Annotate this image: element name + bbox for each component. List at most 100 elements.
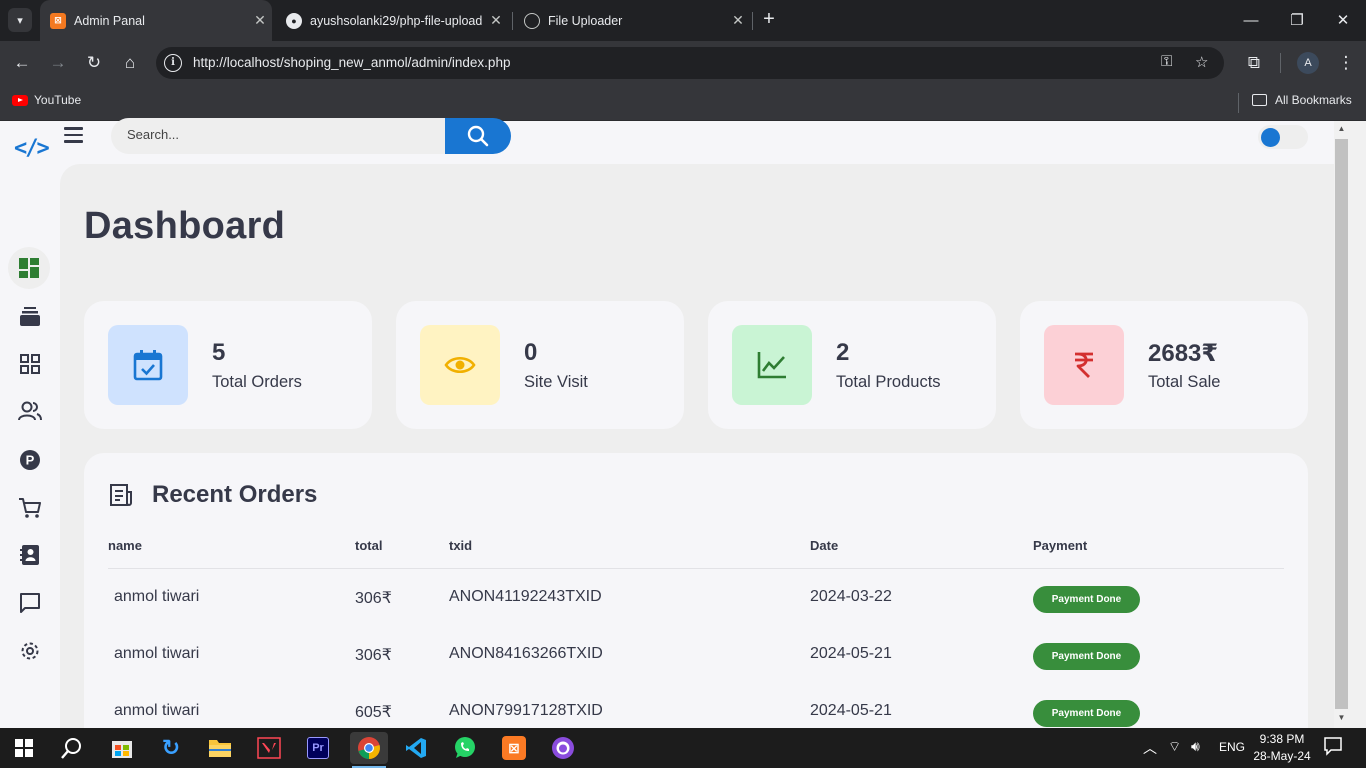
profile-avatar[interactable]: A	[1297, 52, 1319, 74]
clock-time[interactable]: 9:38 PM	[1253, 732, 1311, 746]
stat-card-sales[interactable]: 2683₹ Total Sale	[1020, 301, 1308, 429]
github-favicon-icon: ●	[286, 12, 302, 29]
stat-label: Total Orders	[212, 373, 302, 391]
clock-date[interactable]: 28-May-24	[1249, 749, 1315, 763]
bookmarks-divider	[1238, 93, 1239, 113]
search-button[interactable]	[445, 118, 511, 154]
scroll-up-icon[interactable]: ▲	[1335, 124, 1348, 136]
tab-close-icon[interactable]: ✕	[248, 12, 272, 29]
sidebar-item-orders[interactable]	[14, 492, 46, 524]
whatsapp-icon[interactable]	[449, 732, 481, 764]
volume-icon[interactable]: 🔊︎	[1191, 738, 1200, 755]
search-icon[interactable]	[56, 732, 88, 764]
store-icon[interactable]	[106, 732, 138, 764]
sync-icon[interactable]: ↻	[155, 732, 187, 764]
page-title: Dashboard	[84, 205, 286, 247]
theme-toggle[interactable]	[1258, 125, 1308, 149]
vscode-icon[interactable]	[400, 732, 432, 764]
receipt-icon	[110, 484, 132, 506]
file-explorer-icon[interactable]	[204, 732, 236, 764]
payment-status-badge: Payment Done	[1033, 643, 1140, 670]
new-tab-icon[interactable]: +	[758, 8, 780, 32]
scroll-thumb[interactable]	[1335, 139, 1348, 709]
bookmark-youtube[interactable]: YouTube	[12, 93, 81, 107]
stat-value: 0	[524, 339, 538, 366]
premiere-pro-icon[interactable]: Pr	[302, 732, 334, 764]
github-desktop-icon[interactable]	[547, 732, 579, 764]
sidebar-item-contacts[interactable]	[14, 539, 46, 571]
stat-card-visits[interactable]: 0 Site Visit	[396, 301, 684, 429]
browser-tab-strip: ▾ ⊠ Admin Panal ✕ ● ayushsolanki29/php-f…	[0, 0, 1366, 41]
tab-close-icon[interactable]: ✕	[484, 12, 508, 29]
cell-total: 605₹	[355, 704, 392, 721]
sidebar-item-inventory[interactable]	[14, 300, 46, 332]
rupee-icon	[1044, 325, 1124, 405]
stat-card-products[interactable]: 2 Total Products	[708, 301, 996, 429]
tray-chevron-up-icon[interactable]: ︿	[1143, 738, 1157, 758]
windows-taskbar: ↻ Pr ⊠ ︿ ⌔ 🔊︎ ENG 9:38 PM 28-May-24	[0, 728, 1366, 768]
tab-file-uploader[interactable]: File Uploader ✕	[514, 0, 750, 41]
url-text[interactable]: http://localhost/shoping_new_anmol/admin…	[193, 55, 510, 70]
back-icon[interactable]: ←	[8, 49, 36, 77]
wifi-icon[interactable]: ⌔	[1168, 738, 1181, 756]
scroll-down-icon[interactable]: ▼	[1335, 713, 1348, 725]
stat-value: 2683₹	[1148, 340, 1219, 367]
brand-logo[interactable]: </>	[14, 136, 50, 161]
all-bookmarks[interactable]: All Bookmarks	[1252, 93, 1352, 107]
tab-separator	[512, 12, 513, 30]
tab-title: Admin Panal	[74, 13, 145, 28]
stat-card-orders[interactable]: 5 Total Orders	[84, 301, 372, 429]
payment-status-badge: Payment Done	[1033, 586, 1140, 613]
page-scrollbar[interactable]: ▲ ▼	[1334, 121, 1366, 728]
search-input[interactable]	[127, 127, 427, 142]
windows-start-icon[interactable]	[8, 732, 40, 764]
globe-favicon-icon	[524, 12, 540, 29]
sidebar-item-categories[interactable]	[14, 348, 46, 380]
users-icon	[18, 401, 42, 421]
reload-icon[interactable]: ↻	[80, 49, 108, 77]
extensions-icon[interactable]: ⧉	[1240, 49, 1268, 77]
tab-github[interactable]: ● ayushsolanki29/php-file-upload ✕	[276, 0, 508, 41]
toggle-knob	[1261, 128, 1280, 147]
restore-icon[interactable]: ❐	[1274, 0, 1320, 40]
password-key-icon[interactable]: ⚿	[1161, 53, 1172, 70]
forward-icon[interactable]: →	[44, 49, 72, 77]
sidebar-item-products[interactable]: P	[14, 444, 46, 476]
bookmark-label: YouTube	[34, 93, 82, 107]
notifications-icon[interactable]	[1323, 736, 1343, 759]
chart-line-icon	[732, 325, 812, 405]
sidebar-item-messages[interactable]	[14, 587, 46, 619]
recent-orders-title: Recent Orders	[152, 481, 318, 508]
stat-label: Site Visit	[524, 373, 588, 391]
tab-close-icon[interactable]: ✕	[726, 12, 750, 29]
stat-label: Total Products	[836, 373, 941, 391]
minimize-icon[interactable]: —	[1228, 0, 1274, 40]
stack-icon	[20, 307, 40, 326]
valorant-icon[interactable]	[253, 732, 285, 764]
cell-date: 2024-05-21	[810, 702, 892, 719]
close-window-icon[interactable]: ✕	[1320, 0, 1366, 40]
col-header-payment: Payment	[1033, 538, 1088, 553]
tab-search-chevron-icon[interactable]: ▾	[8, 8, 32, 32]
xampp-icon[interactable]: ⊠	[498, 732, 530, 764]
sidebar-item-dashboard[interactable]	[8, 247, 50, 289]
p-circle-icon: P	[20, 450, 40, 470]
tab-admin-panal[interactable]: ⊠ Admin Panal ✕	[40, 0, 272, 41]
payment-status-badge: Payment Done	[1033, 700, 1140, 727]
sidebar-item-users[interactable]	[14, 395, 46, 427]
address-bar[interactable]: i http://localhost/shoping_new_anmol/adm…	[156, 47, 1224, 79]
hamburger-menu-icon[interactable]	[64, 127, 83, 143]
chrome-icon[interactable]	[350, 732, 388, 764]
col-header-date: Date	[810, 538, 839, 553]
site-info-icon[interactable]: i	[164, 54, 182, 72]
language-indicator[interactable]: ENG	[1219, 740, 1245, 754]
folder-icon	[1252, 94, 1267, 106]
menu-kebab-icon[interactable]: ⋮	[1332, 49, 1360, 77]
sidebar-item-settings[interactable]	[14, 635, 46, 667]
bookmark-star-icon[interactable]: ☆	[1195, 53, 1208, 71]
table-divider	[108, 568, 1284, 569]
home-icon[interactable]: ⌂	[116, 49, 144, 77]
col-header-total: total	[355, 538, 383, 553]
cell-date: 2024-05-21	[810, 645, 892, 662]
cell-total: 306₹	[355, 647, 392, 664]
